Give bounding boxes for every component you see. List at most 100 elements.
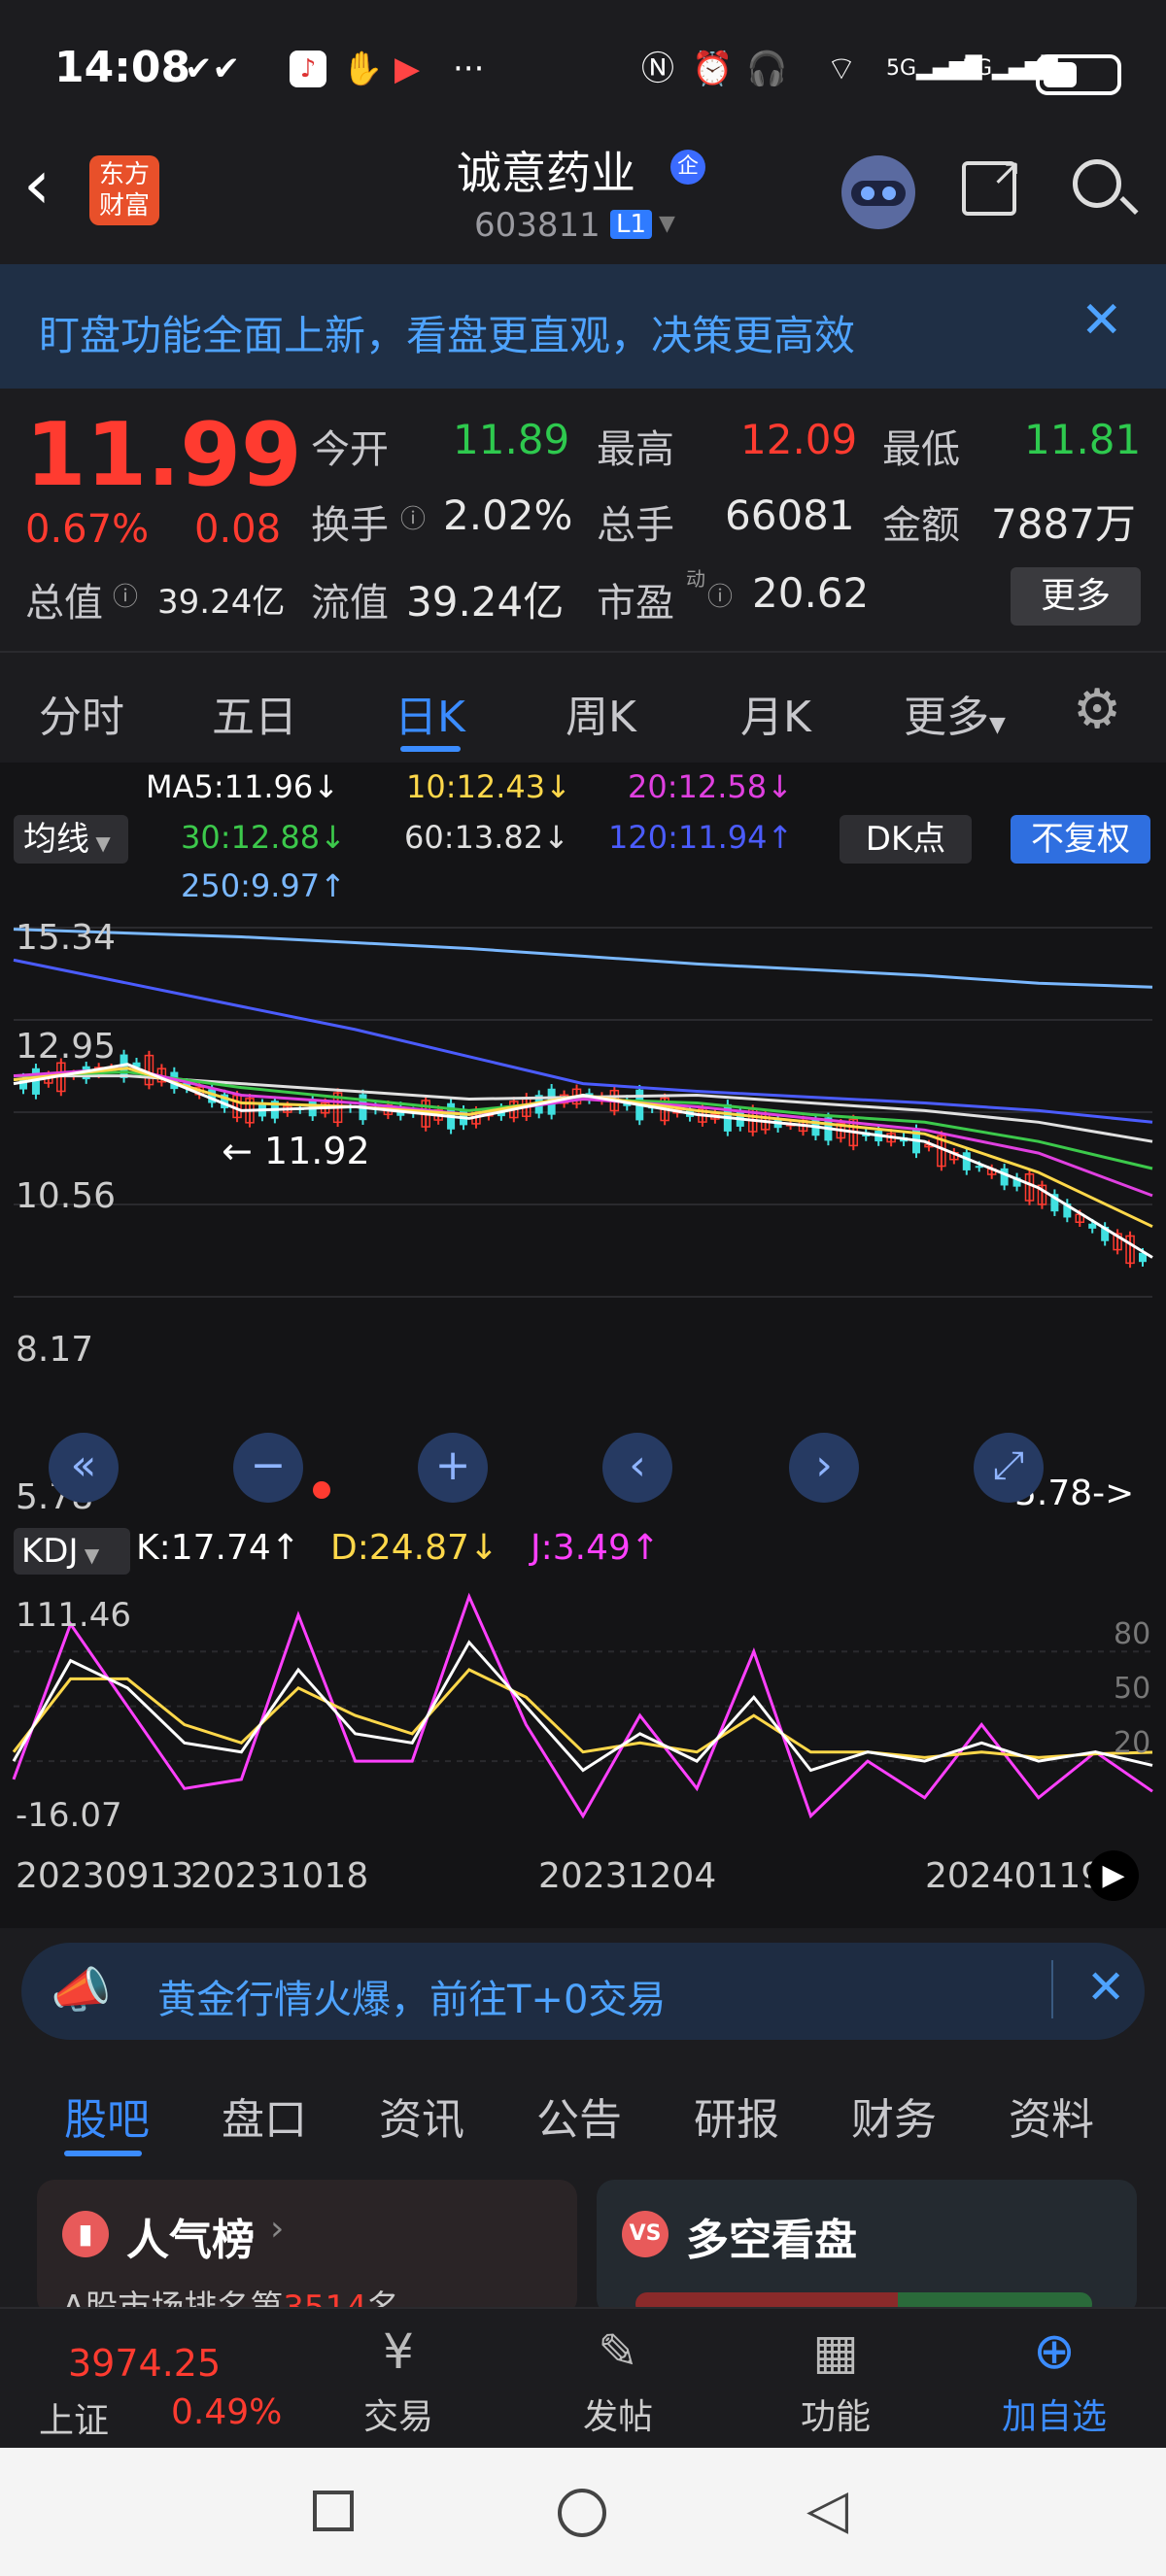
popularity-card[interactable]: ▮ 人气榜 › A股市场排名第3514名	[37, 2180, 577, 2327]
tab-announcements[interactable]: 公告	[536, 2085, 622, 2147]
high-value: 12.09	[740, 416, 858, 463]
tab-monthly-k[interactable]: 月K	[740, 682, 811, 744]
back-nav-button[interactable]: ◁	[806, 2481, 848, 2539]
tab-order-book[interactable]: 盘口	[222, 2085, 307, 2147]
candle-body	[1088, 1223, 1097, 1229]
megaphone-icon: 📣	[51, 1962, 112, 2018]
functions-nav-item[interactable]: ▦ 功能	[777, 2315, 894, 2441]
high-label: 最高	[597, 427, 674, 472]
trade-nav-item[interactable]: ¥ 交易	[340, 2315, 457, 2441]
info-icon-2[interactable]: ⓘ	[113, 577, 138, 613]
open-label: 今开	[311, 427, 389, 472]
post-nav-item[interactable]: ✎ 发帖	[560, 2315, 676, 2441]
tab-forum[interactable]: 股吧	[64, 2085, 150, 2147]
vs-icon: VS	[622, 2211, 669, 2257]
tab-more[interactable]: 更多▼	[904, 682, 1006, 744]
stock-name: 诚意药业	[457, 147, 635, 199]
dk-point-button[interactable]: DK点	[840, 815, 972, 864]
ma20-legend: 20:12.58↓	[628, 768, 793, 805]
add-watchlist-nav-item[interactable]: ⊕ 加自选	[981, 2315, 1127, 2441]
share-icon[interactable]: ↗	[962, 153, 1022, 216]
kdj-chart-svg[interactable]	[0, 1584, 1166, 1847]
tab-daily-k[interactable]: 日K	[394, 682, 465, 744]
app-notif-icon: ✔✔	[185, 50, 240, 88]
trade-icon: ¥	[383, 2323, 414, 2380]
indicator-select-label: KDJ	[21, 1532, 79, 1571]
promo-close-icon[interactable]: ✕	[1086, 1960, 1125, 2015]
kdj-right-tick-80: 80	[1114, 1617, 1151, 1651]
status-time: 14:08	[54, 43, 191, 92]
kdj-tick-low: -16.07	[16, 1796, 122, 1835]
zoom-out-button[interactable]: −	[233, 1433, 303, 1503]
battery-icon	[1036, 54, 1121, 95]
kdj-tick-high: 111.46	[16, 1596, 131, 1635]
wifi-icon: ⌔	[826, 50, 857, 88]
volume-label: 总手	[597, 503, 674, 548]
index-name: 上证	[39, 2401, 110, 2441]
long-short-title: 多空看盘	[686, 2216, 857, 2265]
system-nav-bar: ◁	[0, 2448, 1166, 2576]
search-icon[interactable]	[1073, 159, 1139, 216]
fullscreen-button[interactable]: ⤢	[974, 1433, 1044, 1503]
zoom-in-button[interactable]: +	[418, 1433, 488, 1503]
info-icon-3[interactable]: ⓘ	[707, 577, 733, 613]
ma-select[interactable]: 均线 ▼	[14, 815, 128, 864]
tab-news[interactable]: 资讯	[379, 2085, 464, 2147]
chevron-right-icon: ›	[270, 2209, 285, 2249]
feature-banner[interactable]: 盯盘功能全面上新，看盘更直观，决策更高效 ✕	[0, 264, 1166, 389]
add-circle-icon: ⊕	[1033, 2322, 1076, 2381]
recents-button[interactable]	[313, 2491, 354, 2531]
rewind-button[interactable]: «	[49, 1433, 119, 1503]
tab-finance[interactable]: 财务	[851, 2085, 937, 2147]
video-icon: ▶	[394, 50, 421, 88]
chevron-down-icon[interactable]: ▼	[659, 212, 675, 236]
robot-assistant-icon[interactable]	[841, 155, 915, 229]
mktcap-label: 总值	[25, 581, 103, 626]
tab-weekly-k[interactable]: 周K	[566, 682, 636, 744]
dropdown-icon-3: ▼	[78, 1543, 100, 1567]
ma-line-ma5	[13, 1063, 1153, 1259]
enterprise-badge: 企	[670, 150, 705, 185]
more-status-icon: ···	[453, 50, 485, 88]
ma10-legend: 10:12.43↓	[406, 768, 571, 805]
ma5-legend: MA5:11.96↓	[146, 768, 340, 805]
tab-profile[interactable]: 资料	[1009, 2085, 1094, 2147]
scroll-right-button[interactable]: ▶	[1088, 1850, 1139, 1901]
index-ticker[interactable]: 3974.25 上证 0.49%	[0, 2309, 282, 2450]
promo-divider	[1051, 1960, 1053, 2018]
tab-intraday[interactable]: 分时	[39, 682, 124, 744]
price-chart-svg[interactable]	[0, 908, 1166, 1316]
bar-chart-icon: ▮	[62, 2211, 109, 2257]
move-right-button[interactable]: ›	[789, 1433, 859, 1503]
functions-label: 功能	[800, 2397, 871, 2437]
promo-banner[interactable]: 📣 黄金行情火爆，前往T+0交易 ✕	[21, 1943, 1145, 2040]
tab-five-day[interactable]: 五日	[212, 682, 297, 744]
grid-icon: ▦	[812, 2323, 859, 2380]
info-icon[interactable]: ⓘ	[400, 499, 426, 535]
long-short-card[interactable]: VS 多空看盘	[597, 2180, 1137, 2316]
adjust-button[interactable]: 不复权	[1011, 815, 1150, 864]
turnover-value: 2.02%	[443, 491, 573, 539]
move-left-button[interactable]: ‹	[602, 1433, 672, 1503]
low-label: 最低	[882, 427, 960, 472]
turnover-label: 换手	[311, 503, 389, 548]
more-quote-button[interactable]: 更多	[1011, 567, 1141, 626]
date-tick-1: 20230913	[16, 1856, 194, 1896]
tab-research[interactable]: 研报	[694, 2085, 779, 2147]
home-button[interactable]	[558, 2489, 606, 2537]
tab-more-label: 更多	[904, 693, 989, 742]
index-value: 3974.25	[68, 2342, 222, 2385]
gear-icon[interactable]: ⚙	[1073, 678, 1121, 741]
status-bar: 14:08 ✔✔ ♪ ✋ ▶ ··· Ⓝ ⏰ 🎧 ⌔ 5G▂▄▆█ 5G▂▄▆█	[0, 0, 1166, 146]
low-value: 11.81	[1024, 416, 1142, 463]
ma-line-10	[13, 1067, 1153, 1229]
back-button[interactable]: ‹	[23, 151, 72, 223]
active-tab-indicator	[400, 746, 461, 752]
indicator-select[interactable]: KDJ ▼	[14, 1528, 130, 1575]
kdj-k-legend: K:17.74↑	[136, 1528, 300, 1568]
price-tick-2: 12.95	[16, 1027, 117, 1067]
hand-icon: ✋	[342, 50, 384, 88]
max-price-value: 11.92	[263, 1130, 370, 1172]
dropdown-icon-2: ▼	[89, 831, 111, 855]
close-icon[interactable]: ✕	[1080, 291, 1123, 350]
